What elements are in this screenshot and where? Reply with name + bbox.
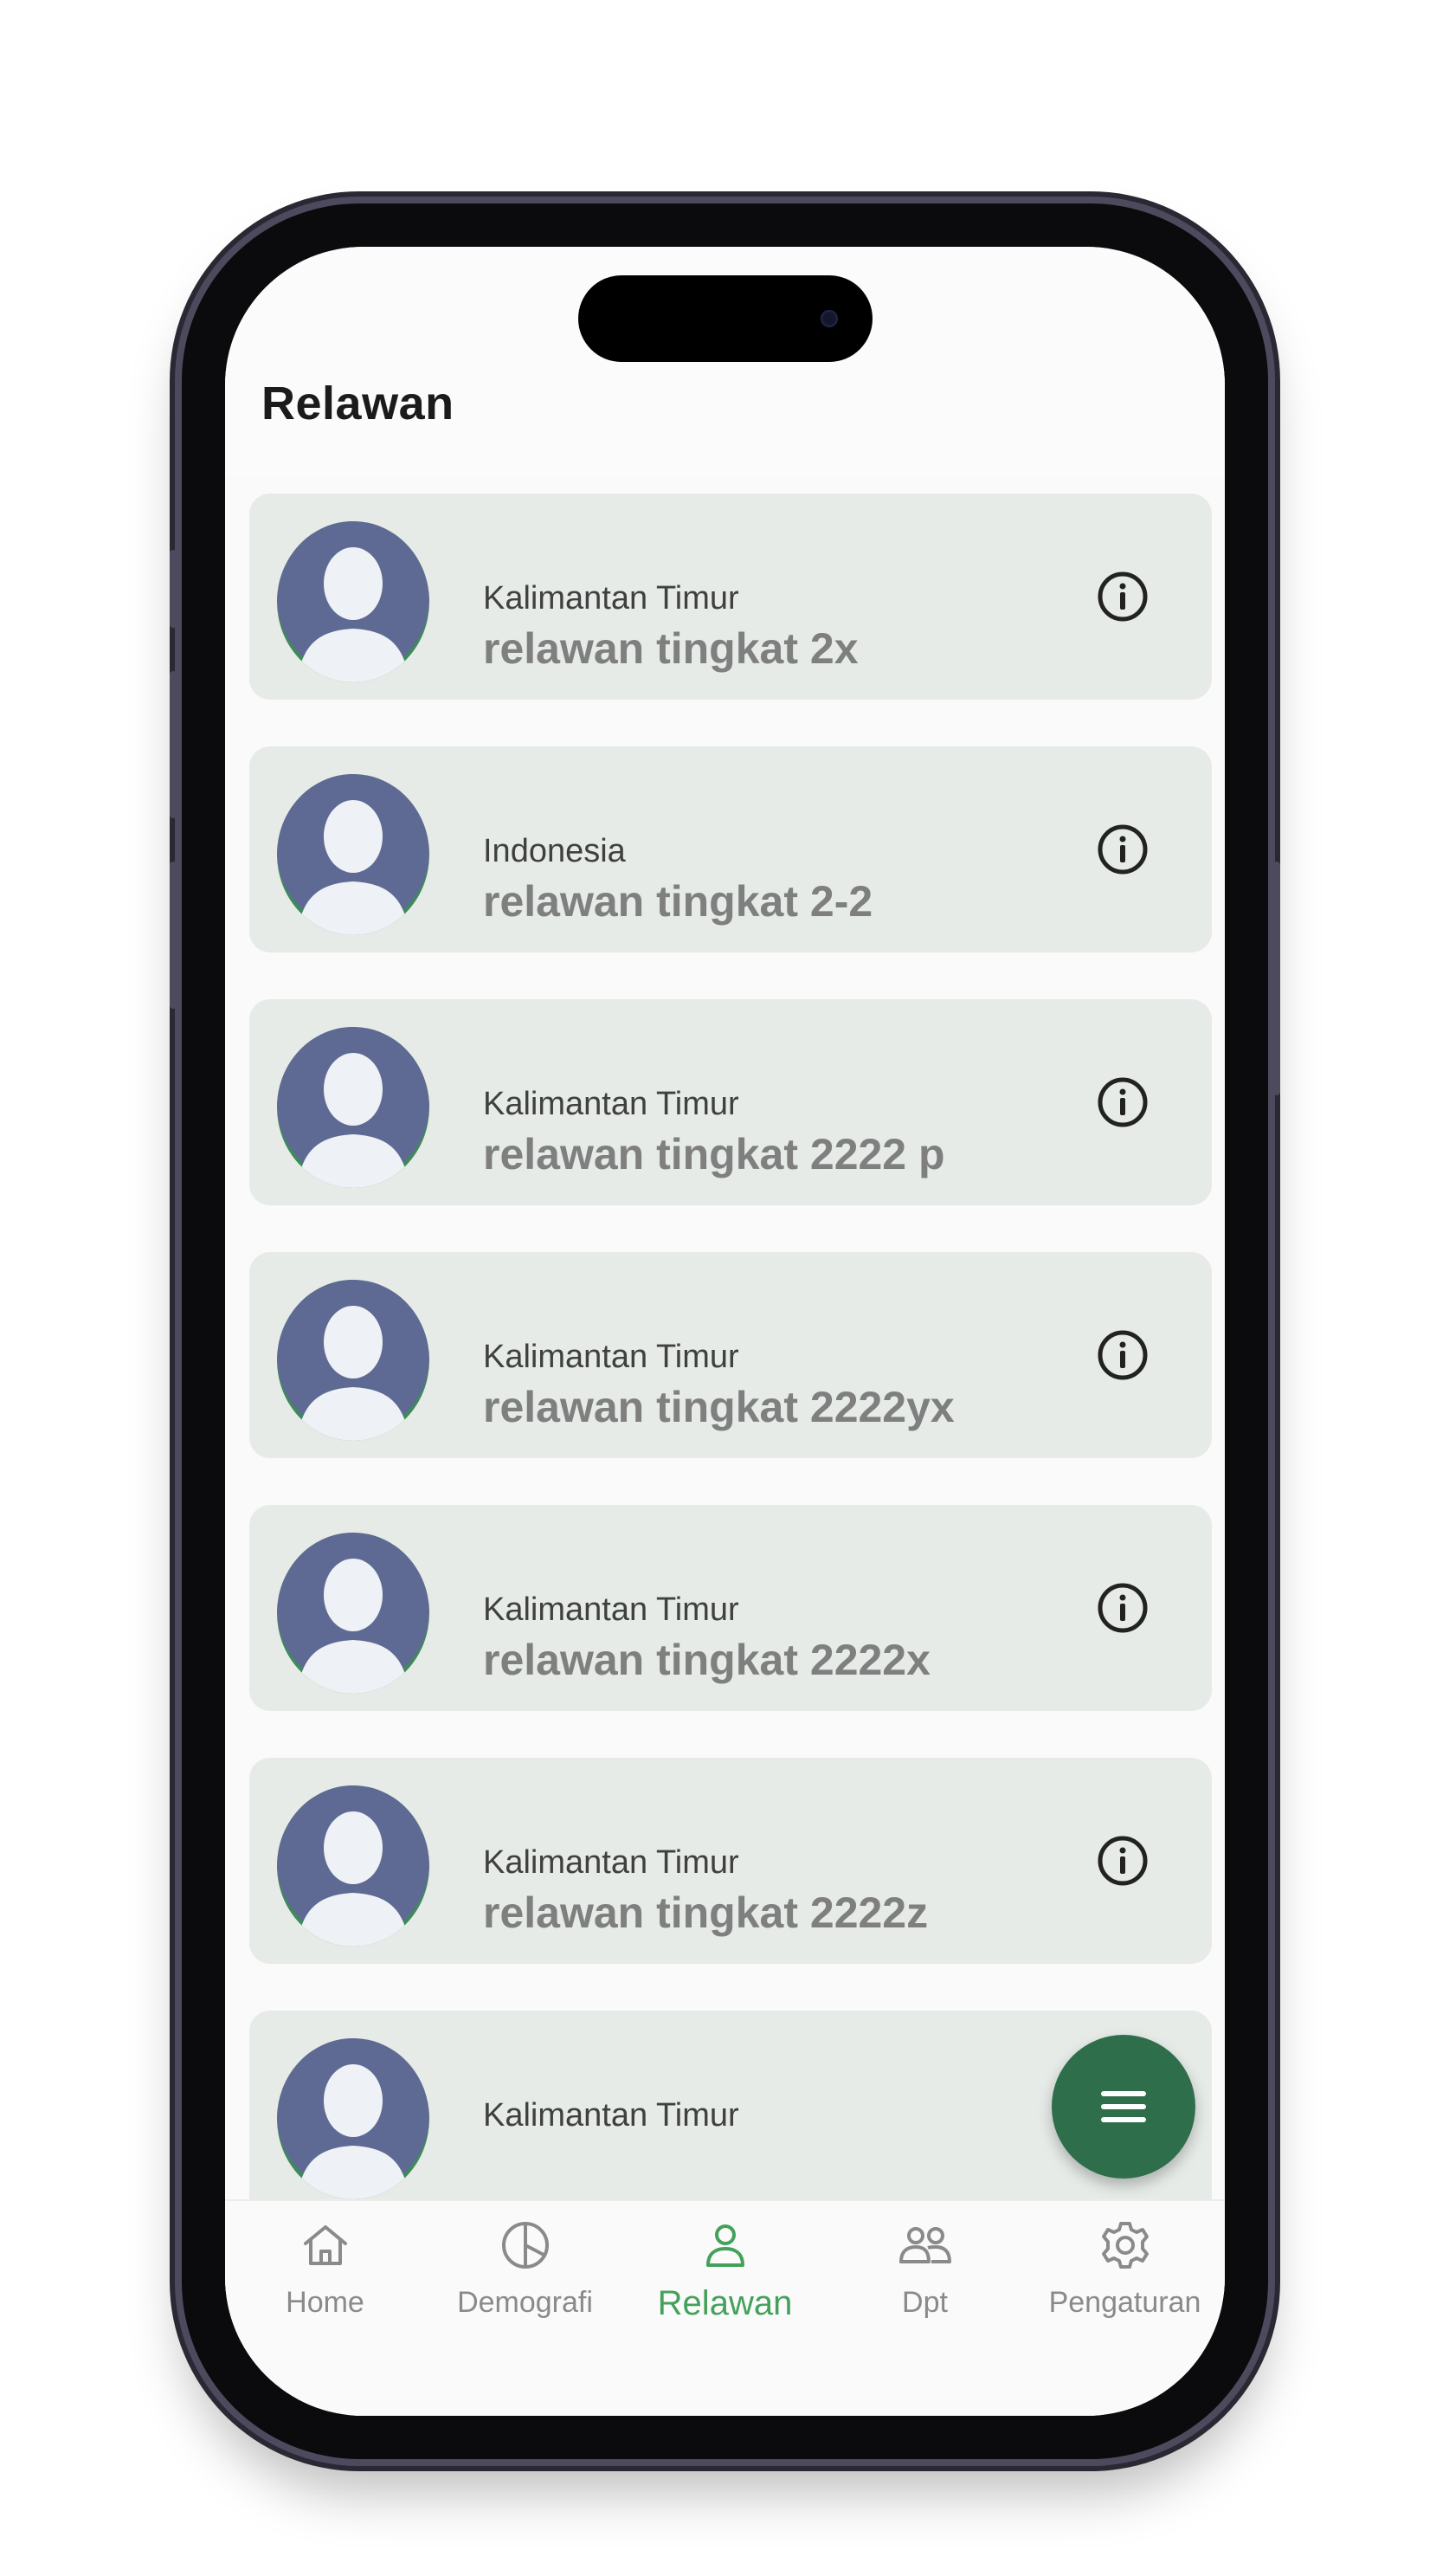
item-region: Kalimantan Timur	[483, 1844, 739, 1881]
home-icon	[303, 2225, 347, 2265]
dynamic-island	[578, 275, 873, 362]
item-region: Kalimantan Timur	[483, 1086, 739, 1122]
nav-item-dpt[interactable]: Dpt	[825, 2217, 1025, 2338]
app-screen: Relawan Kalimantan Timur relawan tingkat…	[225, 247, 1225, 2416]
phone-frame: Relawan Kalimantan Timur relawan tingkat…	[170, 203, 1280, 2459]
home-indicator-area	[225, 2347, 1225, 2416]
info-icon[interactable]	[1096, 1075, 1150, 1129]
list-item[interactable]: Kalimantan Timur relawan tingkat 2222 p	[249, 999, 1212, 1205]
person-placeholder-icon	[275, 772, 431, 937]
item-name: relawan tingkat 2222yx	[483, 1383, 955, 1431]
list-item[interactable]: Kalimantan Timur relawan tingkat 2222x	[249, 1505, 1212, 1711]
nav-item-pengaturan[interactable]: Pengaturan	[1025, 2217, 1225, 2338]
person-placeholder-icon	[275, 1025, 431, 1190]
action-button	[170, 550, 177, 628]
list-item[interactable]: Kalimantan Timur relawan tingkat 2222z	[249, 1758, 1212, 1964]
info-icon[interactable]	[1096, 1581, 1150, 1635]
item-name: relawan tingkat 2222z	[483, 1888, 929, 1937]
list-item[interactable]: Indonesia relawan tingkat 2-2	[249, 746, 1212, 952]
person-placeholder-icon	[275, 1784, 431, 1948]
menu-icon	[1101, 2091, 1146, 2122]
person-placeholder-icon	[275, 2037, 431, 2199]
info-icon[interactable]	[1096, 1328, 1150, 1382]
person-placeholder-icon	[275, 1278, 431, 1443]
relawan-list[interactable]: Kalimantan Timur relawan tingkat 2x Indo…	[225, 494, 1225, 2199]
page-title: Relawan	[261, 378, 454, 429]
bottom-navigation: Home Demografi Relawan Dpt Pengaturan	[225, 2199, 1225, 2348]
item-name: relawan tingkat 2x	[483, 624, 859, 673]
pie-chart-icon	[501, 2222, 549, 2269]
nav-item-demografi[interactable]: Demografi	[425, 2217, 625, 2338]
nav-label: Dpt	[902, 2286, 948, 2319]
item-name: relawan tingkat 2222 p	[483, 1130, 945, 1178]
people-icon	[898, 2227, 951, 2263]
person-placeholder-icon	[275, 520, 431, 684]
menu-fab-button[interactable]	[1052, 2035, 1195, 2179]
item-name: relawan tingkat 2-2	[483, 877, 873, 926]
nav-label: Home	[286, 2286, 364, 2319]
item-region: Kalimantan Timur	[483, 2097, 739, 2134]
gear-icon	[1101, 2222, 1149, 2269]
person-placeholder-icon	[275, 1531, 431, 1695]
volume-up-button	[170, 671, 177, 818]
item-region: Kalimantan Timur	[483, 1591, 739, 1628]
info-icon[interactable]	[1096, 1834, 1150, 1888]
nav-label: Pengaturan	[1048, 2286, 1201, 2319]
list-item[interactable]: Kalimantan Timur relawan tingkat 2x	[249, 494, 1212, 700]
info-icon[interactable]	[1096, 823, 1150, 876]
front-camera	[821, 310, 838, 327]
nav-item-home[interactable]: Home	[225, 2217, 425, 2338]
nav-label: Relawan	[657, 2284, 793, 2322]
item-region: Indonesia	[483, 833, 626, 869]
info-icon[interactable]	[1096, 570, 1150, 623]
item-name: relawan tingkat 2222x	[483, 1636, 931, 1684]
nav-label: Demografi	[457, 2286, 593, 2319]
volume-down-button	[170, 862, 177, 1009]
person-icon	[705, 2224, 744, 2267]
nav-item-relawan[interactable]: Relawan	[625, 2217, 825, 2338]
list-item[interactable]: Kalimantan Timur relawan tingkat 2222yx	[249, 1252, 1212, 1458]
item-region: Kalimantan Timur	[483, 580, 739, 617]
power-button	[1273, 862, 1280, 1095]
item-region: Kalimantan Timur	[483, 1339, 739, 1375]
